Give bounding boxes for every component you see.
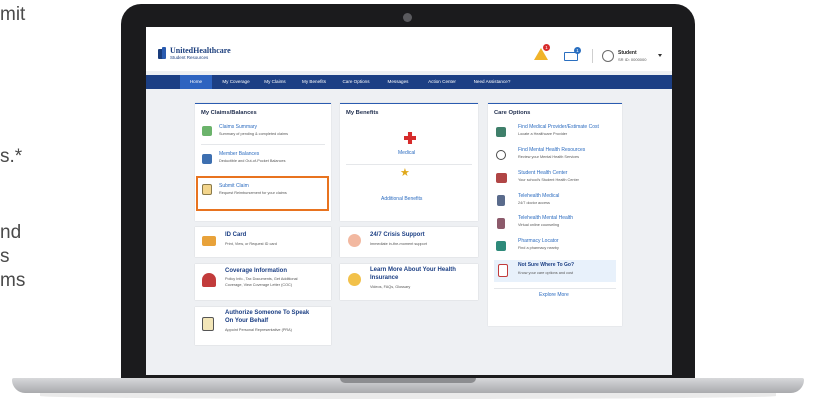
claims-summary-link[interactable]: Claims Summary	[219, 124, 257, 130]
nav-item-my-claims[interactable]: My Claims	[258, 75, 292, 89]
crisis-support-title[interactable]: 24/7 Crisis Support	[370, 232, 425, 239]
explore-more-link[interactable]: Explore More	[539, 292, 569, 298]
learn-more-tile[interactable]: Learn More About Your Health Insurance V…	[340, 264, 478, 300]
document-pen-icon	[202, 317, 214, 331]
care-options-card: Care Options Find Medical Provider/Estim…	[488, 103, 622, 326]
main-nav: Home My Coverage My Claims My Benefits C…	[146, 75, 672, 89]
side-text-line: s	[0, 246, 10, 267]
crisis-support-desc: Immediate in-the-moment support	[370, 242, 427, 246]
care-guide-icon	[498, 264, 508, 277]
nav-item-my-benefits[interactable]: My Benefits	[296, 75, 332, 89]
id-card-icon	[202, 236, 216, 246]
user-name[interactable]: Student	[618, 50, 637, 56]
laptop-notch	[340, 378, 476, 383]
additional-benefits-link[interactable]: Additional Benefits	[381, 196, 422, 202]
medical-link[interactable]: Medical	[398, 150, 415, 156]
mail-badge: 1	[574, 47, 581, 54]
member-balances-link[interactable]: Member Balances	[219, 151, 259, 157]
app-header: UnitedHealthcare Student Resources 1 1 S…	[146, 27, 672, 71]
screen: UnitedHealthcare Student Resources 1 1 S…	[146, 27, 672, 375]
find-provider-desc: Locate a Healthcare Provider	[518, 132, 568, 136]
benefits-card-title: My Benefits	[346, 110, 379, 116]
student-health-center-desc: Your school's Student Health Center	[518, 178, 579, 182]
nav-item-action-center[interactable]: Action Center	[422, 75, 462, 89]
camera-icon	[403, 13, 412, 22]
member-balances-desc: Deductible and Out-of-Pocket Balances	[219, 159, 286, 163]
crisis-support-tile[interactable]: 24/7 Crisis Support Immediate in-the-mom…	[340, 227, 478, 257]
side-text-line: mit	[0, 4, 26, 25]
authorize-title[interactable]: Authorize Someone To Speak	[225, 310, 309, 317]
nav-item-home[interactable]: Home	[180, 75, 212, 89]
id-card-title[interactable]: ID Card	[225, 232, 246, 239]
not-sure-title[interactable]: Not Sure Where To Go?	[518, 262, 574, 268]
page: mit s.* nd s ms UnitedHealthcare Student…	[0, 0, 816, 412]
claims-card: My Claims/Balances Claims Summary Summar…	[195, 103, 331, 221]
submit-claim-icon	[202, 184, 212, 195]
side-text-line: s.*	[0, 146, 23, 167]
coverage-info-desc: Coverage, View Coverage Letter (COC)	[225, 283, 293, 287]
not-sure-desc: Know your care options and cost	[518, 271, 574, 275]
laptop-shadow	[40, 393, 776, 399]
header-divider	[592, 49, 593, 63]
side-text-line: nd	[0, 222, 22, 243]
id-card-desc: Print, View, or Request ID card	[225, 242, 277, 246]
medical-cross-icon[interactable]	[404, 132, 416, 144]
student-health-center-link[interactable]: Student Health Center	[518, 170, 567, 176]
umbrella-icon	[202, 273, 216, 287]
coverage-info-desc: Policy Info., Tax Documents, Get Additio…	[225, 277, 298, 281]
mental-health-resources-desc: Review your Mental Health Services	[518, 155, 579, 159]
telehealth-mental-link[interactable]: Telehealth Mental Health	[518, 215, 573, 221]
telehealth-phone-icon	[497, 195, 505, 206]
user-icon[interactable]	[602, 50, 614, 62]
authorize-title[interactable]: On Your Behalf	[225, 318, 268, 325]
learn-more-title[interactable]: Learn More About Your Health	[370, 267, 456, 274]
divider	[201, 144, 325, 145]
pharmacy-rx-icon	[496, 241, 506, 251]
claims-summary-desc: Summary of pending & completed claims	[219, 132, 289, 136]
mental-health-head-icon	[496, 150, 506, 160]
user-id: SR ID: 0000000	[618, 57, 647, 62]
brand-logo-icon-part	[162, 47, 166, 59]
nav-item-care-options[interactable]: Care Options	[338, 75, 374, 89]
claims-card-title: My Claims/Balances	[201, 110, 257, 116]
telehealth-medical-link[interactable]: Telehealth Medical	[518, 193, 559, 199]
pharmacy-locator-link[interactable]: Pharmacy Locator	[518, 238, 559, 244]
crisis-support-icon	[348, 234, 361, 247]
stars-icon[interactable]: ★	[400, 168, 410, 179]
alert-badge: 1	[543, 44, 550, 51]
nav-item-need-assistance[interactable]: Need Assistance?	[468, 75, 516, 89]
submit-claim-link[interactable]: Submit Claim	[219, 183, 249, 189]
care-options-title: Care Options	[494, 110, 531, 116]
find-provider-link[interactable]: Find Medical Provider/Estimate Cost	[518, 124, 599, 130]
coverage-info-title[interactable]: Coverage Information	[225, 268, 287, 275]
authorize-tile[interactable]: Authorize Someone To Speak On Your Behal…	[195, 307, 331, 345]
learn-more-desc: Videos, FAQs, Glossary	[370, 285, 411, 289]
benefits-card: My Benefits Medical ★ Additional Benefit…	[340, 103, 478, 221]
mental-health-resources-link[interactable]: Find Mental Health Resources	[518, 147, 585, 153]
nav-item-messages[interactable]: Messages	[382, 75, 414, 89]
telehealth-mental-icon	[497, 218, 505, 229]
authorize-desc: Appoint Personal Representative (PRA)	[225, 328, 292, 332]
question-icon	[348, 273, 361, 286]
chevron-down-icon[interactable]	[658, 54, 662, 57]
health-center-icon	[496, 173, 507, 183]
coverage-info-tile[interactable]: Coverage Information Policy Info., Tax D…	[195, 264, 331, 300]
nav-item-my-coverage[interactable]: My Coverage	[216, 75, 256, 89]
learn-more-title[interactable]: Insurance	[370, 275, 398, 282]
claims-summary-icon	[202, 126, 212, 136]
telehealth-medical-desc: 24/7 doctor access	[518, 201, 550, 205]
submit-claim-desc: Request Reimbursement for your claims	[219, 191, 287, 195]
divider	[494, 288, 616, 289]
id-card-tile[interactable]: ID Card Print, View, or Request ID card	[195, 227, 331, 257]
doctor-icon	[496, 127, 506, 137]
brand-subtitle: Student Resources	[170, 55, 209, 60]
divider	[346, 164, 472, 165]
telehealth-mental-desc: Virtual online counseling	[518, 223, 560, 227]
pharmacy-locator-desc: Find a pharmacy nearby	[518, 246, 559, 250]
side-text-line: ms	[0, 270, 26, 291]
member-balances-icon	[202, 154, 212, 164]
brand-name[interactable]: UnitedHealthcare	[170, 46, 231, 55]
